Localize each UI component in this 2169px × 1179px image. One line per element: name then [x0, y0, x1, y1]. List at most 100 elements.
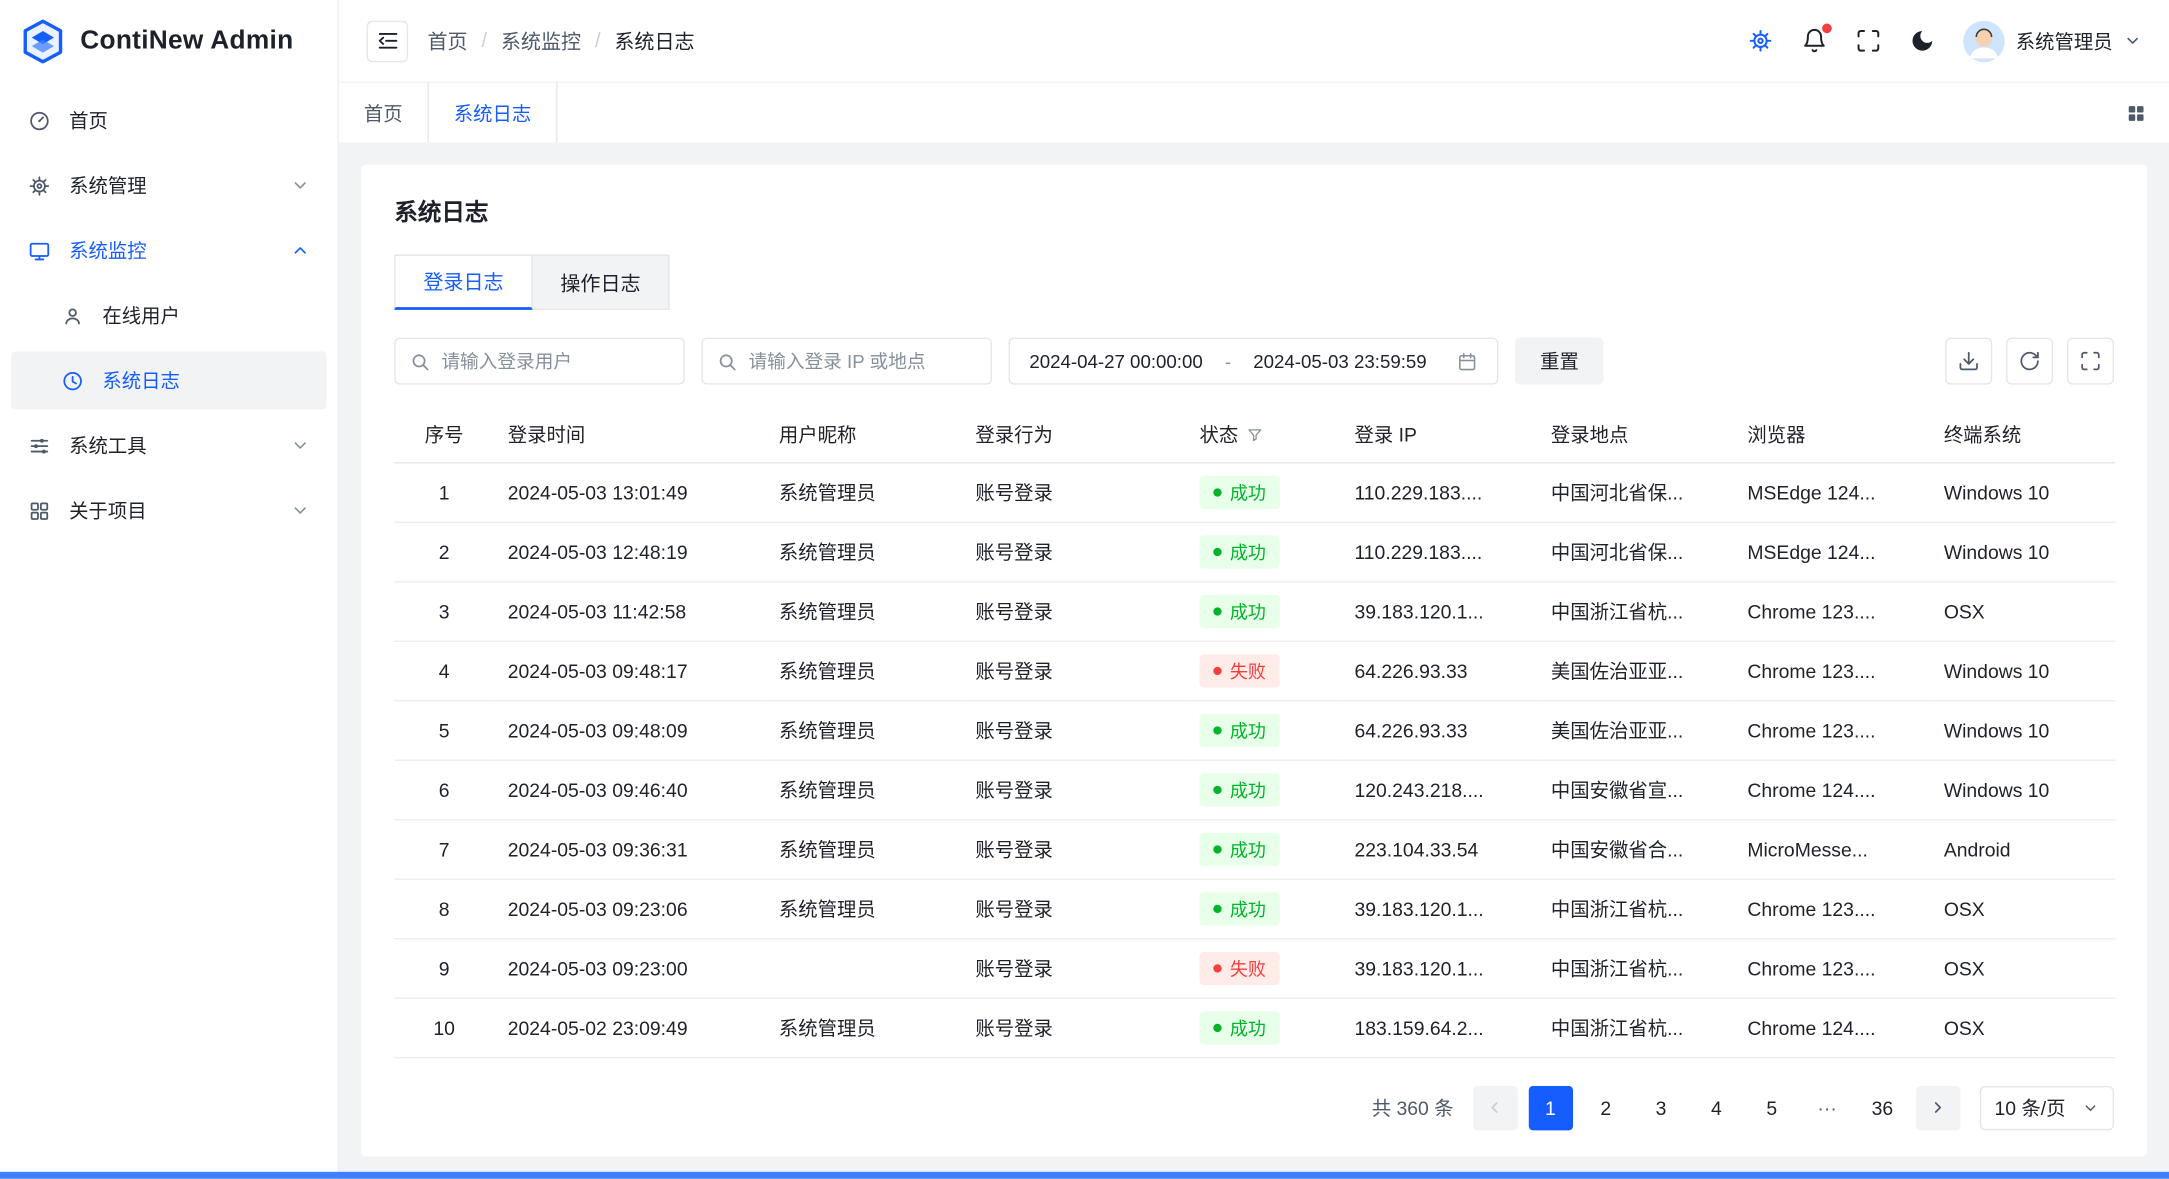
login-user-input[interactable]: [441, 351, 669, 372]
cell-time: 2024-05-03 11:42:58: [494, 581, 765, 640]
user-name: 系统管理员: [2016, 27, 2113, 55]
fullscreen-icon[interactable]: [1855, 28, 1881, 54]
cell-browser: Chrome 123....: [1734, 700, 1930, 759]
sidebar-item-system-tools[interactable]: 系统工具: [11, 416, 326, 474]
table-row[interactable]: 5 2024-05-03 09:48:09 系统管理员 账号登录 成功 64.2…: [394, 700, 2115, 759]
col-header-location: 登录地点: [1537, 407, 1733, 462]
bell-icon[interactable]: [1801, 28, 1827, 54]
chevron-up-icon: [291, 241, 310, 260]
table-row[interactable]: 6 2024-05-03 09:46:40 系统管理员 账号登录 成功 120.…: [394, 760, 2115, 819]
cell-user: 系统管理员: [765, 700, 961, 759]
settings-icon[interactable]: [1747, 28, 1773, 54]
breadcrumb-item[interactable]: 首页: [428, 26, 468, 55]
next-page-button[interactable]: [1916, 1085, 1960, 1129]
breadcrumb: 首页 / 系统监控 / 系统日志: [428, 26, 695, 55]
download-button[interactable]: [1945, 338, 1992, 385]
cell-no: 9: [394, 938, 494, 997]
chevron-down-icon: [291, 501, 310, 520]
breadcrumb-item[interactable]: 系统监控: [501, 26, 581, 55]
tab-operation-log[interactable]: 操作日志: [533, 255, 670, 310]
cell-status: 成功: [1186, 819, 1341, 878]
status-badge: 成功: [1199, 535, 1279, 568]
table-row[interactable]: 10 2024-05-02 23:09:49 系统管理员 账号登录 成功 183…: [394, 998, 2115, 1057]
status-badge: 成功: [1199, 475, 1279, 508]
cell-location: 中国浙江省杭...: [1537, 879, 1733, 938]
date-range-picker[interactable]: 2024-04-27 00:00:00 - 2024-05-03 23:59:5…: [1009, 338, 1499, 385]
page-button[interactable]: 4: [1694, 1085, 1738, 1129]
page-ellipsis[interactable]: ···: [1805, 1085, 1849, 1129]
cell-user: [765, 938, 961, 997]
page-button[interactable]: 2: [1584, 1085, 1628, 1129]
page-button[interactable]: 1: [1528, 1085, 1572, 1129]
sidebar-item-about[interactable]: 关于项目: [11, 481, 326, 539]
page-button[interactable]: 36: [1860, 1085, 1904, 1129]
tab-actions-button[interactable]: [2103, 83, 2169, 142]
sidebar-item-label: 系统日志: [102, 367, 179, 395]
cell-user: 系统管理员: [765, 641, 961, 700]
page-size-value: 10 条/页: [1995, 1094, 2066, 1122]
status-label: 成功: [1230, 598, 1266, 624]
table-actions: [1945, 338, 2114, 385]
sidebar-item-online-users[interactable]: 在线用户: [11, 286, 326, 344]
table-row[interactable]: 3 2024-05-03 11:42:58 系统管理员 账号登录 成功 39.1…: [394, 581, 2115, 640]
app-logo[interactable]: ContiNew Admin: [0, 0, 338, 83]
table-row[interactable]: 7 2024-05-03 09:36:31 系统管理员 账号登录 成功 223.…: [394, 819, 2115, 878]
col-header-action: 登录行为: [962, 407, 1186, 462]
reset-button[interactable]: 重置: [1515, 338, 1604, 385]
cell-status: 成功: [1186, 879, 1341, 938]
moon-icon[interactable]: [1909, 28, 1935, 54]
cell-os: Windows 10: [1930, 760, 2115, 819]
sidebar-item-home[interactable]: 首页: [11, 91, 326, 149]
table-fullscreen-button[interactable]: [2067, 338, 2114, 385]
table-row[interactable]: 2 2024-05-03 12:48:19 系统管理员 账号登录 成功 110.…: [394, 522, 2115, 581]
filter-icon[interactable]: [1247, 426, 1264, 443]
cell-time: 2024-05-03 09:46:40: [494, 760, 765, 819]
tab-login-log[interactable]: 登录日志: [394, 255, 532, 310]
sidebar-item-system-monitor[interactable]: 系统监控: [11, 221, 326, 279]
sidebar-item-system-logs[interactable]: 系统日志: [11, 351, 326, 409]
cell-user: 系统管理员: [765, 462, 961, 521]
table-row[interactable]: 8 2024-05-03 09:23:06 系统管理员 账号登录 成功 39.1…: [394, 879, 2115, 938]
filter-toolbar: 2024-04-27 00:00:00 - 2024-05-03 23:59:5…: [394, 338, 2114, 385]
notification-dot: [1822, 24, 1832, 34]
cell-time: 2024-05-03 09:36:31: [494, 819, 765, 878]
prev-page-button[interactable]: [1473, 1085, 1517, 1129]
cell-location: 中国安徽省合...: [1537, 819, 1733, 878]
status-badge: 成功: [1199, 832, 1279, 865]
app-logo-icon: [19, 18, 66, 65]
page-button[interactable]: 5: [1750, 1085, 1794, 1129]
status-label: 成功: [1230, 1014, 1266, 1040]
cell-location: 中国浙江省杭...: [1537, 581, 1733, 640]
cell-status: 成功: [1186, 462, 1341, 521]
status-dot-icon: [1213, 666, 1221, 674]
cell-status: 成功: [1186, 760, 1341, 819]
user-menu[interactable]: 系统管理员: [1963, 20, 2141, 62]
col-header-time: 登录时间: [494, 407, 765, 462]
status-dot-icon: [1213, 607, 1221, 615]
view-tab-bar: 首页 系统日志: [339, 83, 2169, 142]
cell-action: 账号登录: [962, 998, 1186, 1057]
cell-user: 系统管理员: [765, 819, 961, 878]
col-header-browser: 浏览器: [1734, 407, 1930, 462]
cell-os: Windows 10: [1930, 522, 2115, 581]
page-button[interactable]: 3: [1639, 1085, 1683, 1129]
cell-os: Android: [1930, 819, 2115, 878]
calendar-icon: [1457, 351, 1478, 372]
table-row[interactable]: 1 2024-05-03 13:01:49 系统管理员 账号登录 成功 110.…: [394, 462, 2115, 521]
sidebar-item-system-management[interactable]: 系统管理: [11, 156, 326, 214]
view-tab-system-logs[interactable]: 系统日志: [429, 83, 558, 142]
login-user-search[interactable]: [394, 338, 685, 385]
status-badge: 成功: [1199, 594, 1279, 627]
cell-location: 中国浙江省杭...: [1537, 938, 1733, 997]
menu-fold-button[interactable]: [367, 20, 409, 62]
table-row[interactable]: 9 2024-05-03 09:23:00 账号登录 失败 39.183.120…: [394, 938, 2115, 997]
page-size-select[interactable]: 10 条/页: [1979, 1085, 2114, 1129]
view-tab-home[interactable]: 首页: [339, 83, 429, 142]
tab-label: 操作日志: [560, 268, 640, 297]
cell-location: 美国佐治亚亚...: [1537, 641, 1733, 700]
refresh-button[interactable]: [2006, 338, 2053, 385]
login-ip-search[interactable]: [701, 338, 992, 385]
login-ip-input[interactable]: [748, 351, 976, 372]
table-row[interactable]: 4 2024-05-03 09:48:17 系统管理员 账号登录 失败 64.2…: [394, 641, 2115, 700]
status-badge: 成功: [1199, 1011, 1279, 1044]
